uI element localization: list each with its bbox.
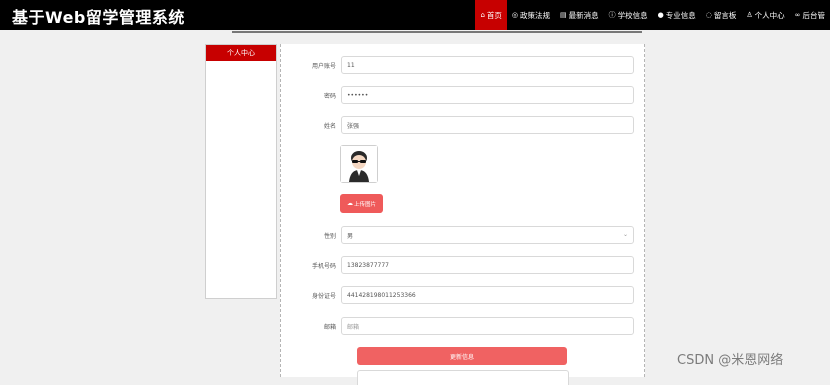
major-icon: ● xyxy=(657,11,664,19)
nav-school[interactable]: ⓘ 学校信息 xyxy=(604,0,653,30)
avatar xyxy=(340,145,378,183)
gender-label: 性别 xyxy=(323,232,336,240)
name-input[interactable]: 张强 xyxy=(341,116,634,134)
sidebar: 个人中心 xyxy=(205,44,277,299)
idcard-input[interactable]: 441428198011253366 xyxy=(341,286,634,304)
username-input[interactable]: 11 xyxy=(341,56,634,74)
avatar-image xyxy=(341,146,377,182)
password-row: 密码 •••••• xyxy=(281,85,641,105)
top-navbar: 基于Web留学管理系统 ⌂ 首页 ◎ 政策法规 ▤ 最新消息 ⓘ 学校信息 ● 专业信息 … xyxy=(0,0,830,30)
divider xyxy=(232,31,642,33)
cloud-upload-icon: ☁ xyxy=(346,200,353,207)
email-row: 邮箱 邮箱 xyxy=(281,316,641,336)
policy-icon: ◎ xyxy=(511,11,519,19)
nav-personal-center[interactable]: ♙ 个人中心 xyxy=(741,0,789,30)
update-info-button[interactable]: 更新信息 xyxy=(357,347,567,365)
nav-policy[interactable]: ◎ 政策法规 xyxy=(507,0,555,30)
username-label: 用户账号 xyxy=(311,62,336,70)
nav-major[interactable]: ● 专业信息 xyxy=(653,0,701,30)
sidebar-item-personal-center[interactable]: 个人中心 xyxy=(206,45,276,61)
idcard-row: 身份证号 441428198011253366 xyxy=(281,285,641,305)
main-nav: ⌂ 首页 ◎ 政策法规 ▤ 最新消息 ⓘ 学校信息 ● 专业信息 ◌ 留言板 ♙ 个人中心 ∞… xyxy=(475,0,830,30)
nav-news[interactable]: ▤ 最新消息 xyxy=(555,0,604,30)
chevron-down-icon: ⌄ xyxy=(622,231,628,238)
message-board-icon: ◌ xyxy=(705,11,712,19)
upload-image-button[interactable]: ☁ 上传图片 xyxy=(340,194,383,213)
email-input[interactable]: 邮箱 xyxy=(341,317,634,335)
name-row: 姓名 张强 xyxy=(281,115,641,135)
home-icon: ⌂ xyxy=(480,11,485,19)
email-label: 邮箱 xyxy=(323,323,336,331)
password-label: 密码 xyxy=(323,92,336,100)
profile-form: 用户账号 11 密码 •••••• 姓名 张强 ☁ 上传图片 性别 男 ⌄ 手机号码… xyxy=(280,44,645,385)
gender-select[interactable]: 男 ⌄ xyxy=(341,226,634,244)
phone-row: 手机号码 13823877777 xyxy=(281,255,641,275)
school-icon: ⓘ xyxy=(608,11,616,19)
username-row: 用户账号 11 xyxy=(281,55,641,75)
watermark: CSDN @米恩网络 xyxy=(677,353,784,368)
secondary-button[interactable] xyxy=(357,370,569,385)
phone-input[interactable]: 13823877777 xyxy=(341,256,634,274)
gender-row: 性别 男 ⌄ xyxy=(281,225,641,245)
nav-admin[interactable]: ∞ 后台管 xyxy=(790,0,830,30)
phone-label: 手机号码 xyxy=(311,262,336,270)
admin-link-icon: ∞ xyxy=(794,11,801,19)
site-title: 基于Web留学管理系统 xyxy=(12,8,185,27)
name-label: 姓名 xyxy=(323,122,336,130)
nav-message-board[interactable]: ◌ 留言板 xyxy=(701,0,742,30)
news-icon: ▤ xyxy=(560,11,567,19)
password-input[interactable]: •••••• xyxy=(341,86,634,104)
user-icon: ♙ xyxy=(746,11,753,19)
idcard-label: 身份证号 xyxy=(311,292,336,300)
nav-home[interactable]: ⌂ 首页 xyxy=(475,0,507,30)
